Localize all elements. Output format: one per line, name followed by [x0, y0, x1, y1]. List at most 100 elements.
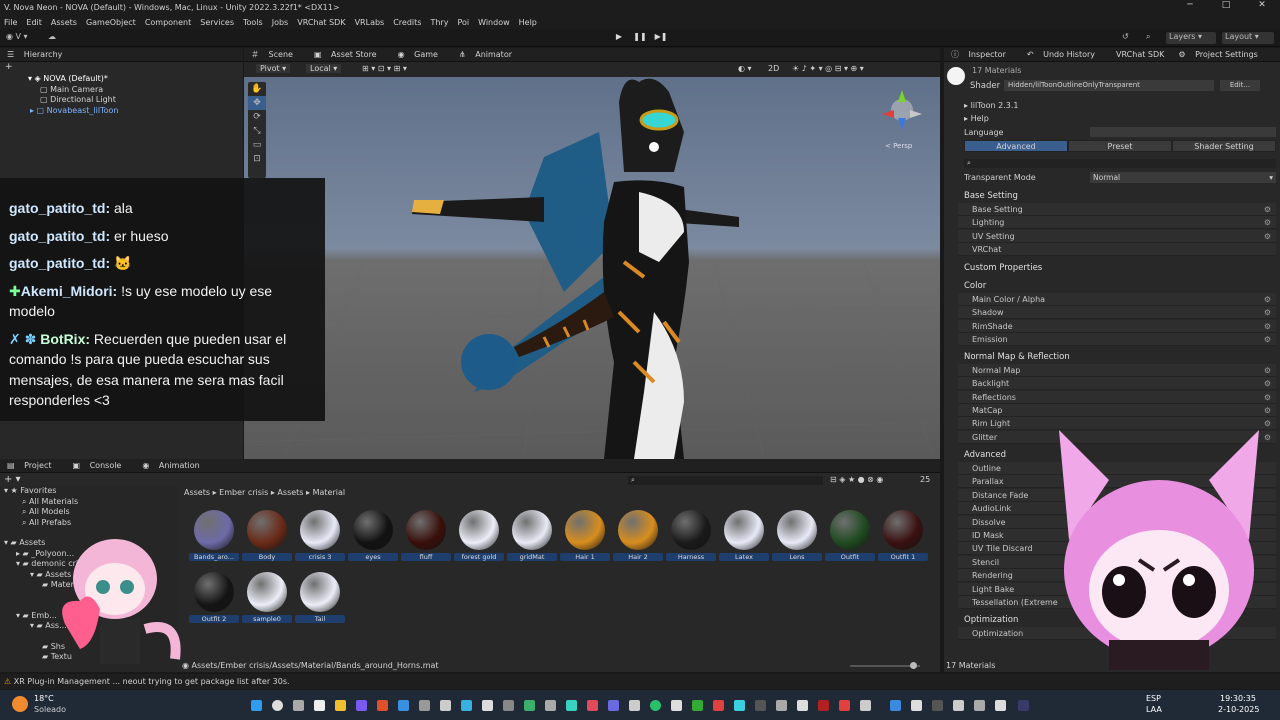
help-foldout[interactable]: ▸ Help: [964, 114, 989, 123]
project-search-input[interactable]: ⌕: [628, 476, 823, 485]
mode-shader-setting-button[interactable]: Shader Setting: [1172, 140, 1276, 152]
app-icon[interactable]: [890, 700, 901, 711]
app-icon[interactable]: [932, 700, 943, 711]
app-icon[interactable]: [818, 700, 829, 711]
menu-services[interactable]: Services: [200, 18, 234, 27]
app-icon[interactable]: [995, 700, 1006, 711]
foldout-vrchat[interactable]: VRChat: [958, 243, 1276, 256]
asset-material[interactable]: Hair 1: [560, 510, 610, 561]
search-taskbar-icon[interactable]: [272, 700, 283, 711]
asset-material[interactable]: fluff: [401, 510, 451, 561]
lighting-toggle-icon[interactable]: ☀ ♪ ✦ ▾ ◎ ⊟ ▾ ⊕ ▾: [792, 64, 864, 73]
mode-advanced-button[interactable]: Advanced: [964, 140, 1068, 152]
foldout-reflections[interactable]: Reflections ⚙: [958, 391, 1276, 404]
menu-vrlabs[interactable]: VRLabs: [355, 18, 385, 27]
edit-shader-button[interactable]: Edit...: [1220, 80, 1260, 91]
asset-material[interactable]: Hair 2: [613, 510, 663, 561]
move-tool-icon[interactable]: ✥: [248, 96, 266, 110]
app-icon[interactable]: [629, 700, 640, 711]
menu-assets[interactable]: Assets: [51, 18, 77, 27]
asset-material[interactable]: Body: [242, 510, 292, 561]
widgets-icon[interactable]: [314, 700, 325, 711]
app-icon[interactable]: [440, 700, 451, 711]
app-icon[interactable]: [755, 700, 766, 711]
foldout-rimshade[interactable]: RimShade ⚙: [958, 320, 1276, 333]
breadcrumb-item[interactable]: Assets: [277, 488, 303, 497]
menu-file[interactable]: File: [4, 18, 17, 27]
mode-preset-button[interactable]: Preset: [1068, 140, 1172, 152]
asset-material[interactable]: Outfit: [825, 510, 875, 561]
tab-vrchat-sdk[interactable]: VRChat SDK: [1116, 50, 1164, 59]
gear-icon[interactable]: ⚙: [1264, 216, 1271, 229]
menu-gameobject[interactable]: GameObject: [86, 18, 136, 27]
app-icon[interactable]: [524, 700, 535, 711]
app-icon[interactable]: [482, 700, 493, 711]
tab-project-settings[interactable]: ⚙ Project Settings: [1178, 50, 1264, 59]
grid-snap-icon[interactable]: ⊞ ▾ ⊡ ▾ ⊞ ▾: [362, 64, 407, 73]
tab-hierarchy[interactable]: ☰ Hierarchy: [7, 50, 69, 59]
foldout-main-color[interactable]: Main Color / Alpha ⚙: [958, 293, 1276, 306]
history-icon[interactable]: ↺: [1122, 32, 1129, 44]
menu-thry[interactable]: Thry: [430, 18, 448, 27]
breadcrumb-item[interactable]: Ember crisis: [219, 488, 268, 497]
hierarchy-item-directional-light[interactable]: ▢ Directional Light: [0, 95, 243, 106]
menu-help[interactable]: Help: [519, 18, 537, 27]
asset-material[interactable]: Outfit 2: [189, 572, 239, 623]
layers-dropdown[interactable]: Layers ▾: [1166, 32, 1216, 44]
clock-date[interactable]: 2-10-2025: [1218, 705, 1259, 714]
app-icon[interactable]: [911, 700, 922, 711]
tab-animation[interactable]: ◉ Animation: [142, 461, 206, 470]
pause-button[interactable]: ❚❚: [633, 32, 647, 44]
layout-dropdown[interactable]: Layout ▾: [1222, 32, 1274, 44]
brave-icon[interactable]: [377, 700, 388, 711]
scale-tool-icon[interactable]: ⤡: [248, 124, 266, 138]
favorites-folder[interactable]: ▾ ★ Favorites: [0, 486, 178, 497]
menu-vrchat-sdk[interactable]: VRChat SDK: [297, 18, 345, 27]
slider-handle[interactable]: [910, 662, 917, 669]
app-icon[interactable]: [797, 700, 808, 711]
account-icon[interactable]: ◉ V ▾: [6, 32, 28, 44]
app-icon[interactable]: [671, 700, 682, 711]
maximize-button[interactable]: □: [1208, 0, 1244, 10]
status-message[interactable]: XR Plug-in Management ... neout trying t…: [14, 677, 290, 686]
toggle-2d-button[interactable]: 2D: [768, 64, 779, 73]
asset-material[interactable]: gridMat: [507, 510, 557, 561]
app-icon[interactable]: [608, 700, 619, 711]
clock-time[interactable]: 19:30:35: [1220, 694, 1256, 703]
gear-icon[interactable]: ⚙: [1264, 364, 1271, 377]
gear-icon[interactable]: ⚙: [1264, 333, 1271, 346]
gear-icon[interactable]: ⚙: [1264, 391, 1271, 404]
menu-window[interactable]: Window: [478, 18, 510, 27]
rotate-tool-icon[interactable]: ⟳: [248, 110, 266, 124]
asset-material[interactable]: Harness: [666, 510, 716, 561]
menu-jobs[interactable]: Jobs: [272, 18, 289, 27]
project-add-button[interactable]: + ▾: [4, 474, 21, 485]
transform-tool-icon[interactable]: ⊡: [248, 152, 266, 166]
scene-gizmo[interactable]: [882, 90, 922, 130]
app-icon[interactable]: [953, 700, 964, 711]
tab-project[interactable]: ▤ Project: [7, 461, 58, 470]
minimize-button[interactable]: ─: [1172, 0, 1208, 10]
favorite-all-materials[interactable]: ⌕ All Materials: [0, 497, 178, 508]
search-icon[interactable]: ⌕: [1146, 32, 1150, 44]
foldout-emission[interactable]: Emission ⚙: [958, 333, 1276, 346]
app-icon[interactable]: [974, 700, 985, 711]
discord-icon[interactable]: [356, 700, 367, 711]
asset-material[interactable]: crisis 3: [295, 510, 345, 561]
tab-scene[interactable]: ＃ Scene: [251, 49, 300, 60]
app-icon[interactable]: [692, 700, 703, 711]
asset-material[interactable]: eyes: [348, 510, 398, 561]
whatsapp-icon[interactable]: [650, 700, 661, 711]
tab-asset-store[interactable]: ▣ Asset Store: [314, 50, 384, 59]
hierarchy-item-main-camera[interactable]: ▢ Main Camera: [0, 85, 243, 96]
foldout-lighting[interactable]: Lighting ⚙: [958, 216, 1276, 229]
play-button[interactable]: ▶: [612, 32, 626, 44]
foldout-base-setting[interactable]: Base Setting ⚙: [958, 203, 1276, 216]
app-icon[interactable]: [461, 700, 472, 711]
menu-edit[interactable]: Edit: [26, 18, 42, 27]
app-icon[interactable]: [839, 700, 850, 711]
favorite-all-prefabs[interactable]: ⌕ All Prefabs: [0, 518, 178, 529]
pivot-dropdown[interactable]: Pivot ▾: [256, 64, 291, 73]
app-icon[interactable]: [734, 700, 745, 711]
foldout-shadow[interactable]: Shadow ⚙: [958, 306, 1276, 319]
